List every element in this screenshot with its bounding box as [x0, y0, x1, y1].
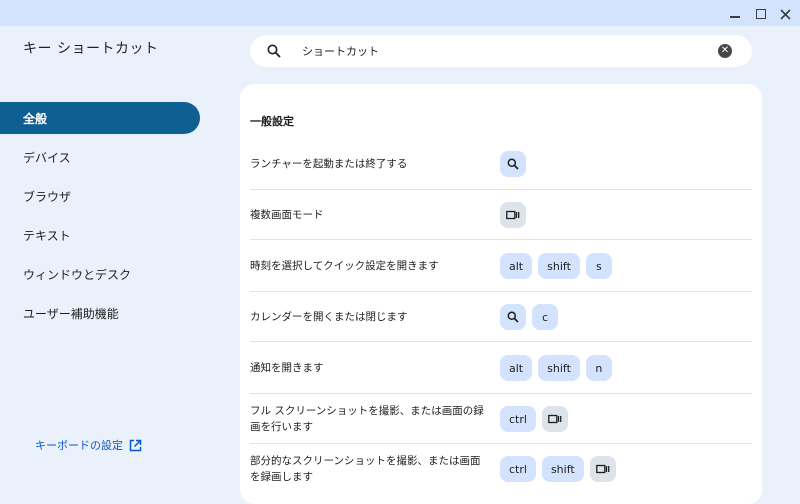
shortcut-description: 時刻を選択してクイック設定を開きます	[250, 260, 439, 272]
close-button[interactable]	[777, 6, 793, 22]
key-overview[interactable]	[500, 202, 526, 228]
minimize-button[interactable]	[727, 6, 743, 22]
sidebar-item-windows-desks[interactable]: ウィンドウとデスク	[0, 258, 200, 290]
sidebar-item-general[interactable]: 全般	[0, 102, 200, 134]
shortcut-description: 部分的なスクリーンショットを撮影、または画面を録画します	[250, 455, 481, 483]
shortcut-keys: ctrl shift	[500, 456, 616, 482]
close-icon	[779, 8, 791, 20]
key-search[interactable]	[500, 151, 526, 177]
sidebar-item-accessibility[interactable]: ユーザー補助機能	[0, 297, 200, 329]
keyboard-settings-label: キーボードの設定	[35, 439, 123, 452]
sidebar-item-label: ウィンドウとデスク	[23, 267, 132, 282]
shortcut-keys	[500, 202, 526, 228]
sidebar-item-browser[interactable]: ブラウザ	[0, 180, 200, 212]
shortcut-row: ランチャーを起動または終了する	[250, 140, 752, 190]
shortcut-keys: ctrl	[500, 406, 568, 432]
shortcut-row: 通知を開きます alt shift n	[250, 342, 752, 394]
key-n[interactable]: n	[585, 355, 612, 381]
sidebar-item-label: テキスト	[23, 228, 71, 243]
search-icon	[507, 311, 519, 323]
shortcut-list: ランチャーを起動または終了する 複数画面モード時刻を選択してクイック設定を開きます…	[250, 140, 752, 494]
key-search[interactable]	[500, 304, 526, 330]
key-overview[interactable]	[589, 456, 616, 482]
sidebar-item-text[interactable]: テキスト	[0, 219, 200, 251]
key-shift[interactable]: shift	[541, 456, 584, 482]
shortcut-row: フル スクリーンショットを撮影、または画面の録画を行います ctrl	[250, 394, 752, 444]
shortcut-description: カレンダーを開くまたは閉じます	[250, 311, 408, 323]
search-icon	[507, 158, 519, 170]
overview-icon	[506, 209, 520, 221]
key-alt[interactable]: alt	[500, 253, 533, 279]
shortcut-row: カレンダーを開くまたは閉じます c	[250, 292, 752, 342]
shortcut-description: フル スクリーンショットを撮影、または画面の録画を行います	[250, 405, 484, 433]
shortcut-row: 時刻を選択してクイック設定を開きます alt shift s	[250, 240, 752, 292]
key-ctrl[interactable]: ctrl	[500, 406, 536, 432]
sidebar-item-label: 全般	[23, 111, 48, 126]
shortcut-keys: alt shift n	[500, 355, 612, 381]
sidebar-item-label: ブラウザ	[23, 189, 72, 204]
shortcut-description: 通知を開きます	[250, 362, 324, 374]
search-icon	[267, 44, 281, 58]
sidebar-item-device[interactable]: デバイス	[0, 141, 200, 173]
shortcut-keys	[500, 151, 526, 177]
keyboard-settings-link[interactable]: キーボードの設定	[35, 437, 142, 453]
overview-icon	[595, 463, 610, 475]
key-ctrl[interactable]: ctrl	[500, 456, 536, 482]
sidebar-item-label: ユーザー補助機能	[23, 306, 119, 321]
key-c[interactable]: c	[532, 304, 558, 330]
search-bar[interactable]: ✕	[250, 35, 752, 67]
external-link-icon	[129, 439, 142, 451]
title-bar	[0, 0, 800, 26]
shortcut-description: ランチャーを起動または終了する	[250, 158, 408, 170]
key-s[interactable]: s	[585, 253, 612, 279]
shortcut-row: 部分的なスクリーンショットを撮影、または画面を録画します ctrl shift	[250, 444, 752, 494]
overview-icon	[548, 413, 562, 425]
sidebar-item-label: デバイス	[23, 150, 71, 165]
shortcut-row: 複数画面モード	[250, 190, 752, 240]
key-overview[interactable]	[541, 406, 568, 432]
shortcut-description: 複数画面モード	[250, 209, 324, 221]
section-title: 一般設定	[250, 115, 294, 128]
shortcut-keys: alt shift s	[500, 253, 612, 279]
clear-search-icon[interactable]: ✕	[718, 44, 732, 58]
key-shift[interactable]: shift	[538, 253, 580, 279]
search-input[interactable]	[302, 41, 702, 61]
key-alt[interactable]: alt	[500, 355, 533, 381]
shortcut-panel: 一般設定 ランチャーを起動または終了する 複数画面モード時刻を選択してクイック設定…	[240, 84, 762, 504]
maximize-button[interactable]	[753, 6, 769, 22]
shortcut-keys: c	[500, 304, 558, 330]
app-title: キー ショートカット	[23, 41, 159, 57]
key-shift[interactable]: shift	[538, 355, 580, 381]
sidebar-nav: 全般 デバイス ブラウザ テキスト ウィンドウとデスク ユーザー補助機能	[0, 102, 200, 336]
